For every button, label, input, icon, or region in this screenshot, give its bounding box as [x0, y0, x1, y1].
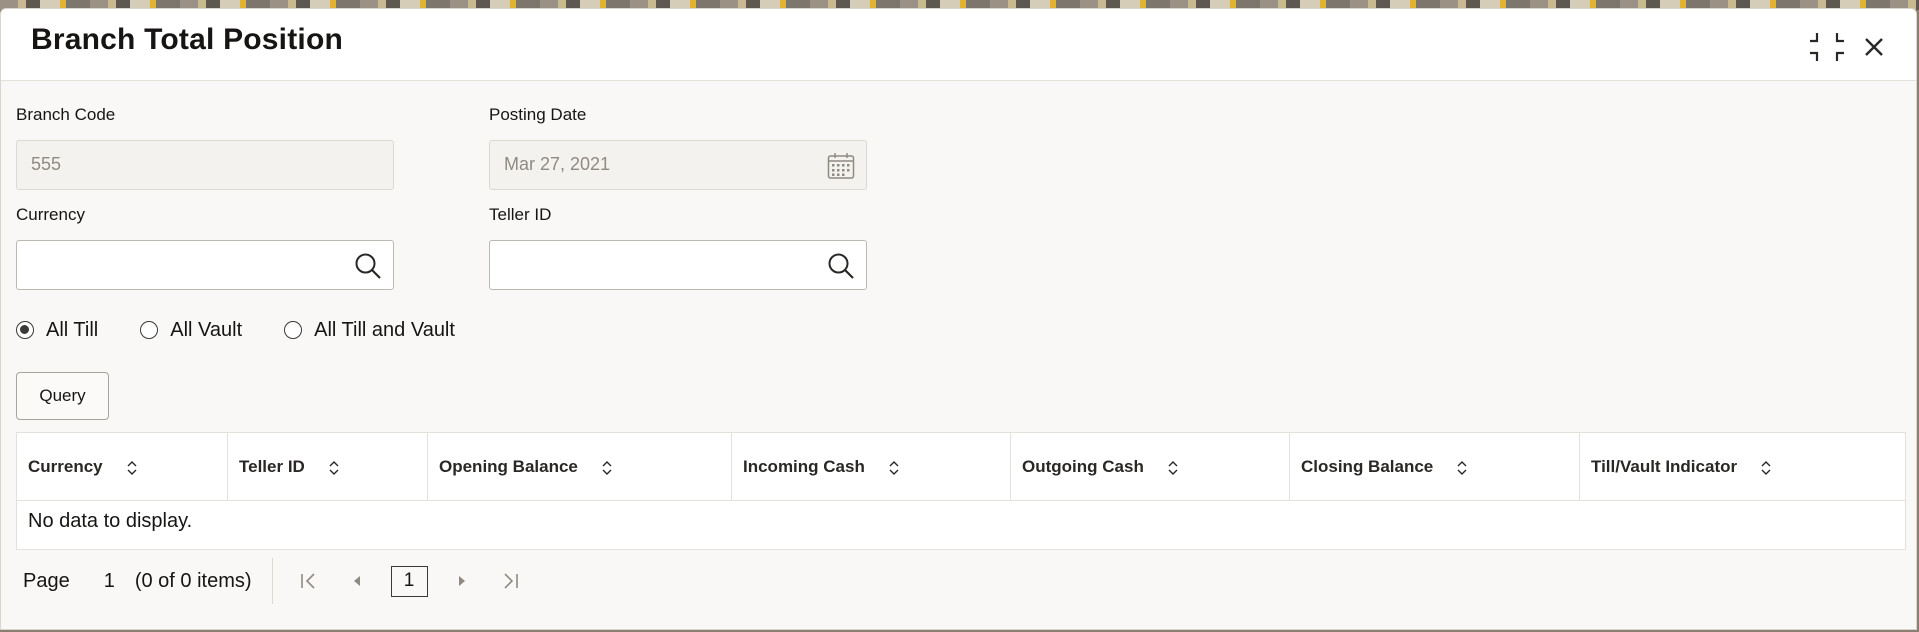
radio-all-till-and-vault-label: All Till and Vault — [314, 318, 455, 341]
items-count: (0 of 0 items) — [134, 569, 252, 592]
radio-all-till-and-vault-circle[interactable] — [284, 321, 303, 339]
currency-label: Currency — [16, 205, 85, 224]
query-button[interactable]: Query — [16, 372, 109, 420]
posting-date-value: Mar 27, 2021 — [504, 154, 611, 174]
sort-icon — [1759, 458, 1773, 478]
currency-input[interactable] — [19, 243, 331, 287]
sort-icon — [327, 458, 341, 478]
search-icon — [355, 253, 381, 279]
first-page-button[interactable] — [295, 567, 323, 595]
teller-id-input[interactable] — [492, 243, 804, 287]
branch-total-position-dialog: Branch Total Position Branch Code 555 Po… — [0, 8, 1917, 630]
posting-date-field: Mar 27, 2021 — [489, 140, 867, 190]
teller-id-search-button[interactable] — [826, 251, 856, 281]
current-page-button[interactable]: 1 — [390, 565, 428, 597]
compress-button[interactable] — [1809, 29, 1845, 65]
column-header-outgoing-cash[interactable]: Outgoing Cash — [1011, 433, 1290, 500]
first-page-icon — [300, 573, 315, 589]
page-number: 1 — [103, 569, 115, 592]
column-header-incoming-cash[interactable]: Incoming Cash — [732, 433, 1011, 500]
column-header-label: Currency — [28, 456, 103, 476]
column-header-label: Till/Vault Indicator — [1591, 456, 1738, 476]
pagination-divider — [271, 558, 273, 604]
sort-icon — [125, 458, 139, 478]
last-page-button[interactable] — [496, 567, 524, 595]
currency-search-button[interactable] — [353, 251, 383, 281]
radio-all-vault-circle[interactable] — [140, 321, 159, 339]
compress-icon — [1810, 33, 1844, 61]
branch-code-value: 555 — [31, 154, 62, 174]
branch-code-label: Branch Code — [16, 105, 116, 124]
next-page-button[interactable] — [448, 567, 476, 595]
sort-icon — [1455, 458, 1469, 478]
page-label: Page — [23, 569, 70, 592]
previous-page-button[interactable] — [343, 567, 371, 595]
results-table: Currency Teller ID Opening Balance Incom… — [16, 432, 1906, 550]
table-header: Currency Teller ID Opening Balance Incom… — [17, 433, 1905, 501]
radio-all-till-label: All Till — [46, 318, 99, 341]
sort-icon — [600, 458, 614, 478]
search-icon — [828, 253, 854, 279]
previous-page-icon — [353, 576, 360, 586]
table-empty-message: No data to display. — [28, 510, 193, 532]
column-header-label: Outgoing Cash — [1022, 456, 1144, 476]
column-header-opening-balance[interactable]: Opening Balance — [428, 433, 732, 500]
calendar-button[interactable] — [826, 151, 856, 181]
calendar-icon — [827, 153, 855, 179]
radio-all-vault-label: All Vault — [170, 318, 243, 341]
pagination: Page 1 (0 of 0 items) 1 — [23, 558, 544, 604]
dialog-title: Branch Total Position — [31, 23, 343, 56]
dialog-header: Branch Total Position — [1, 9, 1916, 81]
close-button[interactable] — [1856, 29, 1892, 65]
column-header-currency[interactable]: Currency — [17, 433, 228, 500]
branch-code-field: 555 — [16, 140, 394, 190]
column-header-label: Opening Balance — [439, 456, 578, 476]
close-icon — [1865, 38, 1883, 56]
sort-icon — [1166, 458, 1180, 478]
teller-id-field — [489, 240, 867, 290]
radio-all-till-and-vault[interactable]: All Till and Vault — [284, 319, 455, 342]
radio-all-till[interactable]: All Till — [16, 319, 98, 342]
column-header-label: Incoming Cash — [743, 456, 865, 476]
column-header-closing-balance[interactable]: Closing Balance — [1290, 433, 1580, 500]
currency-field — [16, 240, 394, 290]
sort-icon — [887, 458, 901, 478]
column-header-label: Closing Balance — [1301, 456, 1434, 476]
radio-all-vault[interactable]: All Vault — [140, 319, 242, 342]
column-header-teller-id[interactable]: Teller ID — [228, 433, 428, 500]
posting-date-label: Posting Date — [489, 105, 587, 124]
next-page-icon — [458, 576, 465, 586]
radio-all-till-circle[interactable] — [16, 321, 34, 339]
column-header-till-vault-indicator[interactable]: Till/Vault Indicator — [1580, 433, 1905, 500]
till-vault-radio-group: All Till All Vault All Till and Vault — [16, 315, 497, 345]
column-header-label: Teller ID — [239, 456, 305, 476]
last-page-icon — [503, 573, 518, 589]
teller-id-label: Teller ID — [489, 205, 552, 224]
